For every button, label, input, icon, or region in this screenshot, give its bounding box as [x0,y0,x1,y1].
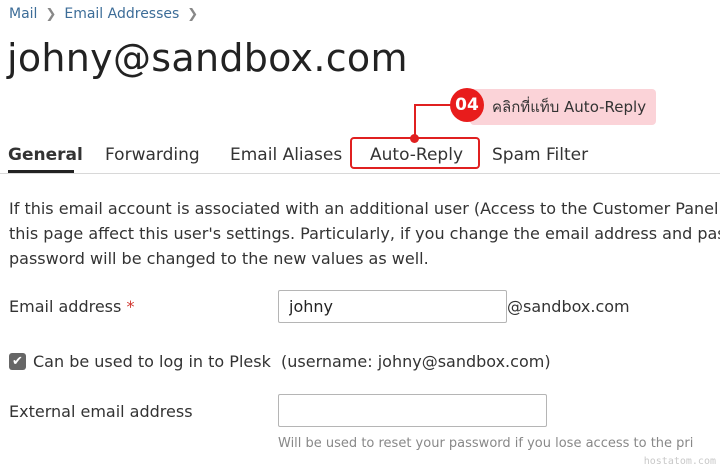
callout-label: คลิกที่แท็บ Auto-Reply [470,89,657,125]
callout-connector [414,104,452,106]
breadcrumb: Mail ❯ Email Addresses ❯ [9,6,206,22]
page-title: johny@sandbox.com [7,36,408,80]
external-email-hint: Will be used to reset your password if y… [278,436,694,451]
description-line: password will be changed to the new valu… [9,249,429,268]
tab-email-aliases[interactable]: Email Aliases [230,145,342,165]
active-tab-indicator [8,170,74,173]
plesk-username-note: (username: johny@sandbox.com) [281,352,551,371]
watermark: hostatom.com [643,456,716,467]
tab-general[interactable]: General [8,145,83,165]
external-email-input[interactable] [278,394,547,427]
callout-step-badge: 04 [450,88,484,122]
tab-spam-filter[interactable]: Spam Filter [492,145,588,165]
email-address-label: Email address * [9,297,134,316]
chevron-right-icon: ❯ [45,6,57,22]
chevron-right-icon: ❯ [187,6,199,22]
breadcrumb-mail-link[interactable]: Mail [9,6,37,22]
required-asterisk: * [126,297,135,316]
account-description: If this email account is associated with… [9,196,720,271]
tab-forwarding[interactable]: Forwarding [105,145,200,165]
email-username-input[interactable] [278,290,507,323]
auto-reply-highlight [350,137,480,169]
checkmark-icon: ✔ [12,354,23,369]
callout-text: คลิกที่แท็บ Auto-Reply [492,98,647,116]
description-line: If this email account is associated with… [9,199,719,218]
plesk-login-checkbox[interactable]: ✔ [9,353,26,370]
external-email-label: External email address [9,402,193,421]
plesk-login-label: Can be used to log in to Plesk [33,352,271,371]
description-line: this page affect this user's settings. P… [9,224,720,243]
email-address-label-text: Email address [9,297,122,316]
breadcrumb-email-addresses-link[interactable]: Email Addresses [64,6,179,22]
callout-connector [414,104,416,138]
email-domain-suffix: @sandbox.com [507,297,630,316]
